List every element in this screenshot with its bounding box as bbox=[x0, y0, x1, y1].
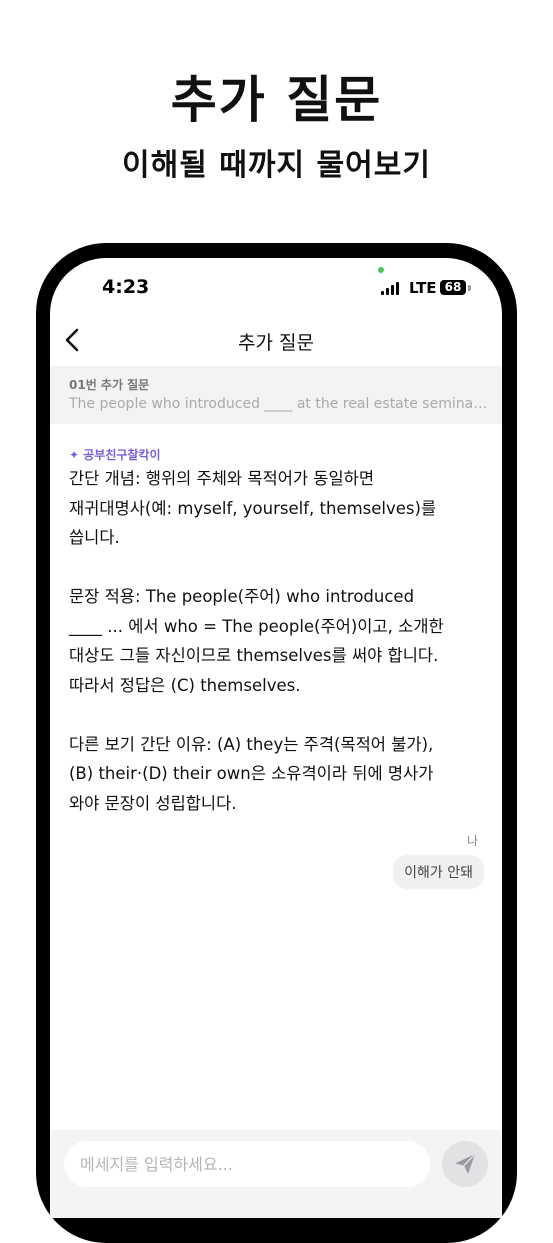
bot-name: ✦ 공부친구찰칵이 bbox=[69, 448, 161, 462]
bot-message-line: (B) their·(D) their own은 소유격이라 뒤에 명사가 bbox=[69, 764, 434, 783]
battery-cap bbox=[468, 285, 471, 291]
bot-message-line: 대상도 그들 자신이므로 themselves를 써야 합니다. bbox=[69, 646, 439, 665]
battery-icon: 68 bbox=[440, 280, 466, 295]
question-label: 01번 추가 질문 bbox=[69, 378, 150, 392]
camera-indicator bbox=[378, 267, 384, 273]
status-bar: 4:23 LTE 68 bbox=[50, 258, 502, 318]
send-icon bbox=[455, 1153, 476, 1174]
promo-title: 추가 질문 bbox=[170, 71, 383, 129]
bot-message-line: 간단 개념: 행위의 주체와 목적어가 동일하면 bbox=[69, 469, 375, 488]
phone-screen: 4:23 LTE 68 추가 질문 01번 추가 질문 The people w… bbox=[50, 258, 502, 1218]
composer bbox=[50, 1130, 502, 1218]
bot-message-line: ____ ... 에서 who = The people(주어)이고, 소개한 bbox=[69, 616, 444, 636]
signal-icon bbox=[381, 282, 401, 295]
bot-message-line: 재귀대명사(예: myself, yourself, themselves)를 bbox=[69, 498, 437, 518]
bot-message-line: 따라서 정답은 (C) themselves. bbox=[69, 675, 301, 695]
bot-message-line: 와야 문장이 성립합니다. bbox=[69, 793, 237, 813]
network-label: LTE bbox=[409, 279, 437, 297]
question-context[interactable]: 01번 추가 질문 The people who introduced ____… bbox=[50, 366, 502, 424]
user-message-bubble: 이해가 안돼 bbox=[393, 855, 484, 889]
page-title: 추가 질문 bbox=[238, 332, 314, 354]
message-input[interactable] bbox=[64, 1141, 430, 1187]
user-label: 나 bbox=[466, 834, 478, 848]
promo-subtitle: 이해될 때까지 물어보기 bbox=[122, 148, 431, 183]
bot-message-line: 다른 보기 간단 이유: (A) they는 주격(목적어 불가), bbox=[69, 734, 434, 754]
bot-message: 간단 개념: 행위의 주체와 목적어가 동일하면 재귀대명사(예: myself… bbox=[69, 464, 489, 818]
question-text: The people who introduced ____ at the re… bbox=[69, 396, 489, 412]
bot-message-line: 문장 적용: The people(주어) who introduced bbox=[69, 587, 415, 606]
nav-bar: 추가 질문 bbox=[50, 320, 502, 360]
status-time: 4:23 bbox=[102, 276, 150, 298]
bot-message-line: 씁니다. bbox=[69, 528, 120, 547]
send-button[interactable] bbox=[442, 1141, 488, 1187]
